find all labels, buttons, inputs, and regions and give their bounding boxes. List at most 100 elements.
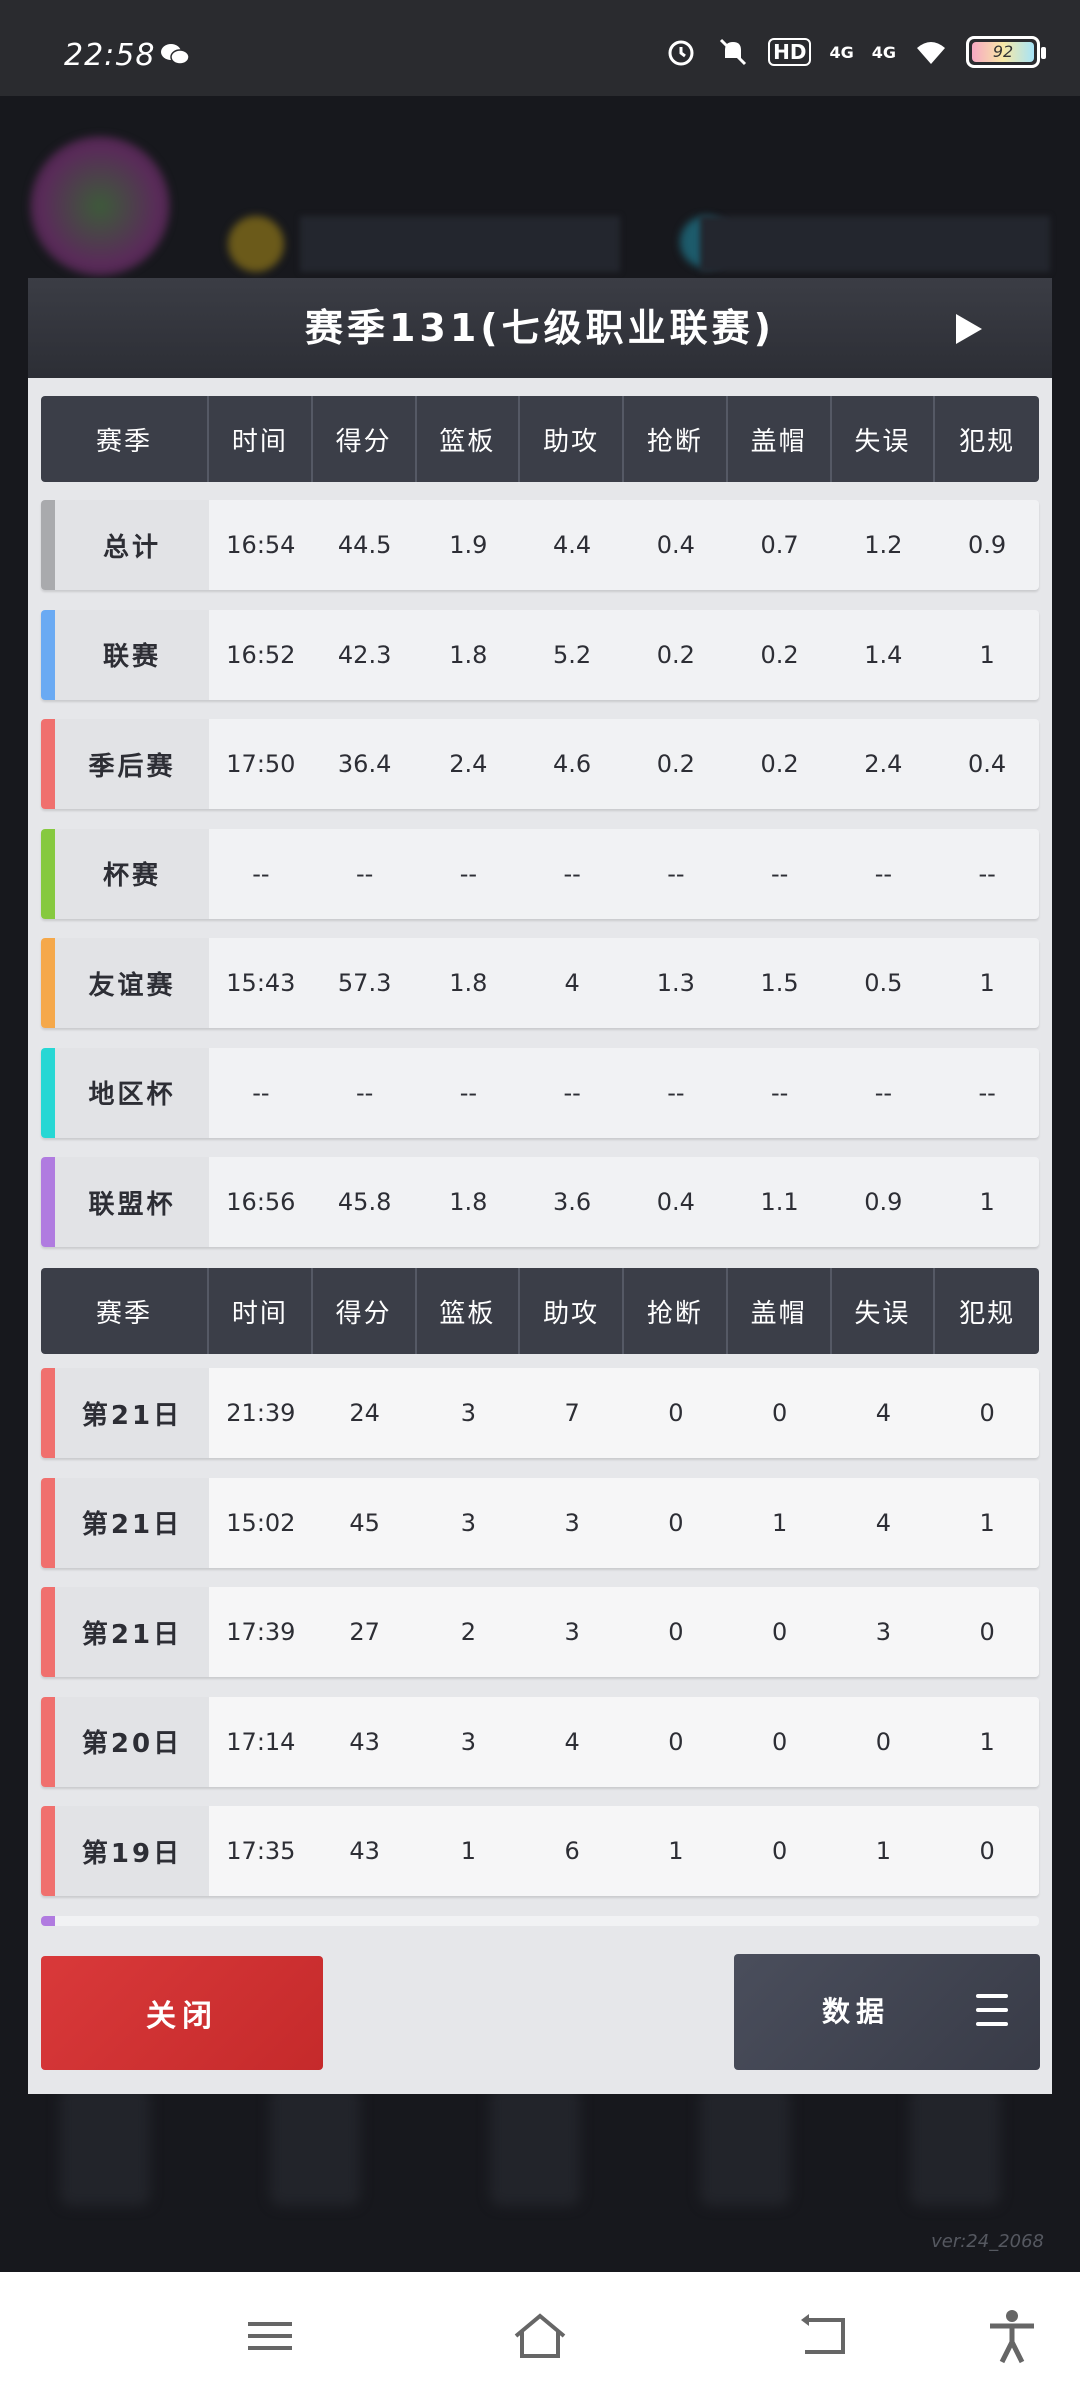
stat-cell: 36.4 xyxy=(337,750,392,778)
stat-cell: 0.2 xyxy=(656,750,695,778)
stat-cell: 0.7 xyxy=(760,531,799,559)
stat-cell: 0.2 xyxy=(760,750,799,778)
wechat-icon xyxy=(161,44,190,65)
stat-cell: 15:02 xyxy=(209,1477,313,1568)
status-bar: 22:58 HD 4G 4G 92 xyxy=(0,0,1080,96)
column-header: 盖帽 xyxy=(728,396,832,482)
table-row[interactable]: 季后赛 17:50 36.4 2.4 4.6 0.2 0.2 2.4 0.4 xyxy=(41,719,1039,809)
stat-cell: -- xyxy=(563,1078,581,1107)
row-color-strip xyxy=(41,719,55,809)
stat-cell: -- xyxy=(978,1078,996,1107)
table-row[interactable]: 第21日 17:39 27 2 3 0 0 3 0 xyxy=(41,1587,1039,1677)
stat-cell: 6 xyxy=(520,1806,624,1896)
table-row[interactable]: 第19日 17:35 43 1 6 1 0 1 0 xyxy=(41,1806,1039,1896)
dock-icon xyxy=(270,2086,360,2206)
back-icon[interactable] xyxy=(795,2306,855,2366)
stat-cell: 4.4 xyxy=(553,531,592,559)
dock-icon xyxy=(700,2086,790,2206)
stat-cell: 3 xyxy=(520,1587,624,1677)
stat-cell: -- xyxy=(563,859,581,888)
stat-cell: 1 xyxy=(935,1477,1039,1568)
data-button[interactable]: 数据 xyxy=(734,1954,1040,2070)
data-button-label: 数据 xyxy=(822,1995,891,2028)
stat-cell: 3.6 xyxy=(553,1188,592,1216)
stat-cell: 0 xyxy=(624,1696,728,1787)
stat-cell: 0 xyxy=(624,1587,728,1677)
stat-cell: 1 xyxy=(727,1477,832,1568)
battery-icon: 92 xyxy=(966,36,1046,68)
stat-cell: -- xyxy=(874,859,893,888)
stat-cell: 2.4 xyxy=(449,750,488,778)
stat-cell: 1.4 xyxy=(864,640,903,669)
stat-cell: 1 xyxy=(831,1806,936,1896)
stat-cell: 43 xyxy=(312,1696,417,1787)
stat-cell: 1 xyxy=(935,1696,1039,1787)
column-header: 助攻 xyxy=(520,1268,624,1354)
stat-cell: -- xyxy=(667,1078,685,1107)
row-color-strip xyxy=(41,609,55,700)
stat-cell: 0 xyxy=(935,1587,1039,1677)
row-label: 友谊赛 xyxy=(55,938,209,1028)
currency-bar xyxy=(300,216,620,272)
table-row[interactable]: 联赛 16:52 42.3 1.8 5.2 0.2 0.2 1.4 1 xyxy=(41,609,1039,700)
stat-cell: -- xyxy=(459,859,478,888)
stat-cell: 1.8 xyxy=(449,1188,488,1216)
table-row[interactable]: 第20日 17:14 43 3 4 0 0 0 1 xyxy=(41,1696,1039,1787)
column-header: 抢断 xyxy=(624,1268,728,1354)
row-label: 联盟杯 xyxy=(55,1157,209,1247)
table-row-partial[interactable] xyxy=(41,1916,1039,1926)
stat-cell: 2 xyxy=(416,1587,521,1677)
stat-cell: 1.9 xyxy=(449,531,488,559)
row-label: 联赛 xyxy=(55,609,209,700)
column-header: 失误 xyxy=(832,396,936,482)
table-row[interactable]: 总计 16:54 44.5 1.9 4.4 0.4 0.7 1.2 0.9 xyxy=(41,500,1039,590)
row-color-strip xyxy=(41,1806,55,1896)
stat-cell: 0.5 xyxy=(864,969,903,997)
stat-cell: 45.8 xyxy=(337,1188,392,1216)
status-icons: HD 4G 4G 92 xyxy=(664,36,1046,68)
table-row[interactable]: 友谊赛 15:43 57.3 1.8 4 1.3 1.5 0.5 1 xyxy=(41,938,1039,1028)
stat-cell: 1 xyxy=(979,969,995,997)
stat-cell: 16:56 xyxy=(226,1188,296,1216)
menu-icon[interactable] xyxy=(240,2306,300,2366)
row-label: 总计 xyxy=(55,500,209,590)
stat-cell: 24 xyxy=(312,1368,417,1458)
player-avatar xyxy=(30,136,170,276)
stat-cell: 0.4 xyxy=(656,531,695,559)
stat-cell: 4 xyxy=(831,1477,936,1568)
table-row[interactable]: 第21日 21:39 24 3 7 0 0 4 0 xyxy=(41,1368,1039,1458)
dock-icon xyxy=(60,2086,150,2206)
stat-cell: 0 xyxy=(831,1696,936,1787)
gold-coin-icon xyxy=(228,216,284,272)
close-button[interactable]: 关闭 xyxy=(41,1956,323,2070)
alarm-icon xyxy=(668,40,694,66)
version-text: ver:24_2068 xyxy=(931,2231,1044,2252)
stat-cell: 1 xyxy=(979,640,995,669)
games-header-row: 赛季 时间 得分 篮板 助攻 抢断 盖帽 失误 犯规 xyxy=(41,1268,1039,1354)
play-icon[interactable] xyxy=(956,314,982,344)
mute-icon xyxy=(720,38,747,66)
stat-cell: 0.2 xyxy=(656,640,695,669)
stat-cell: -- xyxy=(978,859,996,888)
column-header: 助攻 xyxy=(520,396,624,482)
column-header: 犯规 xyxy=(959,426,1016,457)
column-header: 得分 xyxy=(313,1268,417,1354)
home-icon[interactable] xyxy=(510,2306,570,2366)
accessibility-icon[interactable] xyxy=(982,2306,1042,2366)
signal-4g-icon: 4G xyxy=(829,42,854,62)
stat-cell: -- xyxy=(355,1078,374,1107)
table-row[interactable]: 杯赛 -- -- -- -- -- -- -- -- xyxy=(41,828,1039,919)
row-label: 第21日 xyxy=(55,1368,209,1458)
stat-cell: 16:52 xyxy=(226,640,296,669)
stat-cell: -- xyxy=(252,859,270,888)
table-row[interactable]: 联盟杯 16:56 45.8 1.8 3.6 0.4 1.1 0.9 1 xyxy=(41,1157,1039,1247)
stat-cell: 45 xyxy=(312,1477,417,1568)
signal-4g-icon: 4G xyxy=(871,42,896,62)
stat-cell: 17:39 xyxy=(209,1587,313,1677)
stat-cell: 4 xyxy=(520,1696,624,1787)
table-row[interactable]: 第21日 15:02 45 3 3 0 1 4 1 xyxy=(41,1477,1039,1568)
table-row[interactable]: 地区杯 -- -- -- -- -- -- -- -- xyxy=(41,1047,1039,1138)
stat-cell: 0 xyxy=(727,1587,832,1677)
gem-bar xyxy=(700,216,1050,272)
stat-cell: -- xyxy=(874,1078,893,1107)
